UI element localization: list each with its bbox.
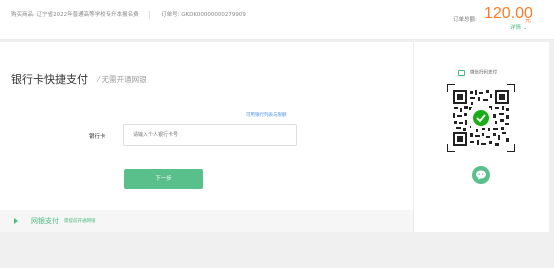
card-number-input[interactable] [123,124,297,146]
wechat-icon[interactable] [472,166,490,184]
order-info: 购买商品: 辽宁省2022年普通高等学校专升本报名费 订单号: GKDK0000… [11,10,246,19]
page-subtitle: ⁄ 无需开通网银 [98,75,147,84]
expand-arrow-icon [14,218,18,224]
divider [149,10,151,19]
qr-code-image [451,88,511,148]
scan-pay-header: 微信扫码支付 [458,62,497,81]
net-bank-title: 网银支付 [31,217,59,225]
product-label: 购买商品: [11,12,35,18]
scan-icon [458,69,465,76]
details-link[interactable]: 详情 ⌄ [510,23,527,31]
qr-code [447,84,515,152]
total-label: 订单总额: [453,17,477,23]
net-bank-payment-toggle[interactable]: 网银支付 需提前开通网银 [0,210,413,232]
order-no: GKDK00000000279909 [181,12,246,18]
supported-banks-link[interactable]: 可用银行列表与限额 [246,112,287,118]
scan-pay-label: 微信扫码支付 [470,70,497,76]
order-summary-bar: 购买商品: 辽宁省2022年普通高等学校专升本报名费 订单号: GKDK0000… [0,0,554,40]
payment-page: 购买商品: 辽宁省2022年普通高等学校专升本报名费 订单号: GKDK0000… [0,0,554,268]
page-footer-gap [0,232,554,268]
net-bank-subtitle: 需提前开通网银 [64,219,96,224]
wechat-scan-panel: 微信扫码支付 [413,42,549,232]
page-title: 银行卡快捷支付 [11,73,88,86]
next-step-button[interactable]: 下一步 [124,169,203,189]
card-number-label: 银行卡 [89,134,106,140]
chat-bubble-icon [476,170,486,180]
product-name: 辽宁省2022年普通高等学校专升本报名费 [36,12,139,18]
bank-card-payment-panel: 银行卡快捷支付 ⁄ 无需开通网银 可用银行列表与限额 银行卡 下一步 网银支付 … [0,42,413,232]
order-no-label: 订单号: [161,12,180,18]
